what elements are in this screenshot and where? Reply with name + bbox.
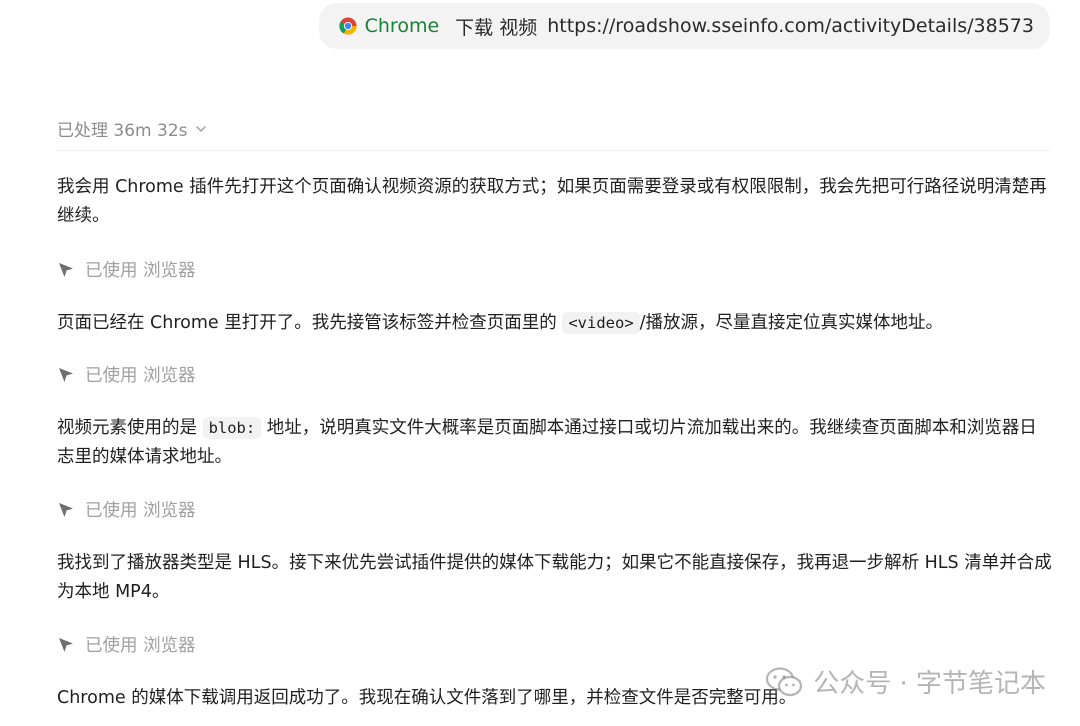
- chrome-icon: [339, 17, 357, 35]
- tool-use-label: 已使用 浏览器: [85, 636, 196, 656]
- tool-use-label: 已使用 浏览器: [85, 501, 196, 521]
- inline-code: blob:: [202, 417, 262, 439]
- divider: [57, 150, 1050, 151]
- tool-use-label: 已使用 浏览器: [85, 366, 196, 386]
- cursor-arrow-icon: [59, 637, 73, 652]
- cursor-arrow-icon: [59, 367, 73, 382]
- watermark-text: 公众号 · 字节笔记本: [813, 669, 1046, 699]
- chevron-down-icon: [195, 125, 206, 132]
- cursor-arrow-icon: [59, 502, 73, 517]
- tool-use-indicator[interactable]: 已使用 浏览器: [57, 362, 196, 387]
- message-text: Chrome 的媒体下载调用返回成功了。我现在确认文件落到了哪里，并检查文件是否…: [57, 688, 797, 708]
- prompt-url[interactable]: https://roadshow.sseinfo.com/activityDet…: [547, 15, 1034, 37]
- tool-use-indicator[interactable]: 已使用 浏览器: [57, 497, 196, 522]
- assistant-message: 视频元素使用的是 blob: 地址，说明真实文件大概率是页面脚本通过接口或切片流…: [57, 414, 1052, 472]
- tool-use-label: 已使用 浏览器: [85, 261, 196, 281]
- watermark: 公众号 · 字节笔记本: [765, 663, 1046, 700]
- tool-use-indicator[interactable]: 已使用 浏览器: [57, 257, 196, 282]
- message-text: /播放源，尽量直接定位真实媒体地址。: [639, 313, 944, 333]
- assistant-message: 页面已经在 Chrome 里打开了。我先接管该标签并检查页面里的 <video>…: [57, 309, 1052, 338]
- processed-status-text: 已处理 36m 32s: [57, 121, 188, 141]
- processed-status-toggle[interactable]: 已处理 36m 32s: [57, 116, 207, 141]
- message-text: 我会用 Chrome 插件先打开这个页面确认视频资源的获取方式；如果页面需要登录…: [57, 177, 1047, 226]
- user-prompt-bubble: Chrome 下载 视频 https://roadshow.sseinfo.co…: [318, 3, 1050, 49]
- chat-transcript: Chrome 下载 视频 https://roadshow.sseinfo.co…: [0, 0, 1080, 726]
- wechat-icon: [766, 666, 803, 696]
- assistant-message: 我找到了播放器类型是 HLS。接下来优先尝试插件提供的媒体下载能力；如果它不能直…: [57, 549, 1052, 607]
- inline-code: <video>: [562, 312, 640, 334]
- prompt-text: 下载 视频: [455, 16, 538, 39]
- message-text: 视频元素使用的是: [57, 418, 203, 438]
- message-text: 我找到了播放器类型是 HLS。接下来优先尝试插件提供的媒体下载能力；如果它不能直…: [57, 553, 1052, 602]
- assistant-message: 我会用 Chrome 插件先打开这个页面确认视频资源的获取方式；如果页面需要登录…: [57, 173, 1052, 231]
- tool-use-indicator[interactable]: 已使用 浏览器: [57, 632, 196, 657]
- chrome-label: Chrome: [364, 15, 440, 37]
- message-text: 页面已经在 Chrome 里打开了。我先接管该标签并检查页面里的: [57, 313, 563, 333]
- cursor-arrow-icon: [59, 262, 73, 277]
